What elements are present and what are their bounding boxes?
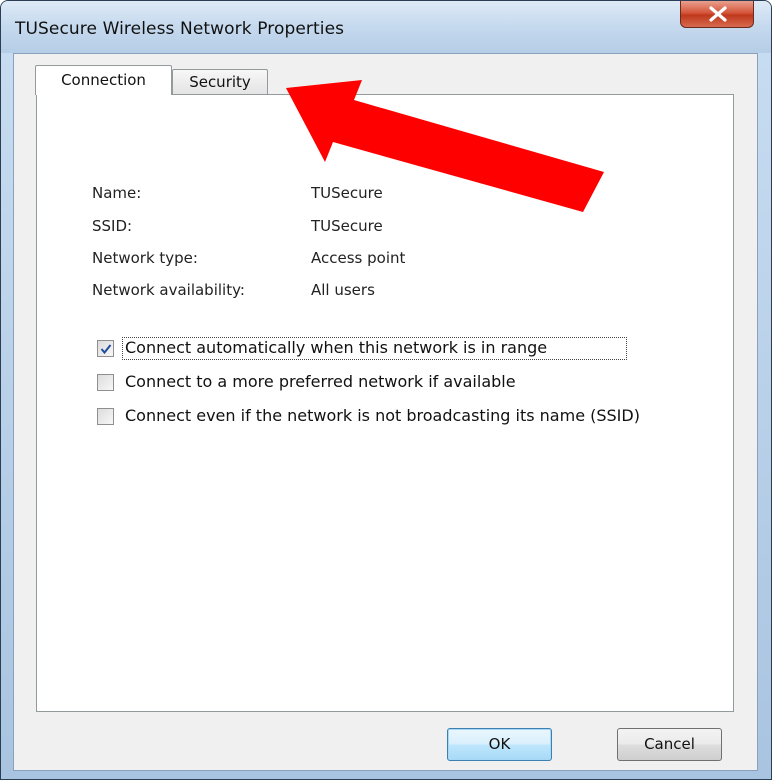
tab-security[interactable]: Security <box>172 69 268 95</box>
checkmark-icon <box>100 344 112 355</box>
tab-connection[interactable]: Connection <box>35 65 172 95</box>
network-type-value: Access point <box>311 249 406 267</box>
ssid-value: TUSecure <box>311 217 383 235</box>
cancel-button[interactable]: Cancel <box>617 728 722 761</box>
dialog-client-area: Connection Security Name: TUSecure SSID:… <box>13 53 758 771</box>
ok-button[interactable]: OK <box>447 728 552 761</box>
connect-hidden-label: Connect even if the network is not broad… <box>125 406 640 425</box>
close-icon <box>709 6 727 22</box>
title-bar[interactable]: TUSecure Wireless Network Properties <box>1 1 771 53</box>
window-title: TUSecure Wireless Network Properties <box>15 19 345 39</box>
connect-automatically-label: Connect automatically when this network … <box>125 338 548 357</box>
network-type-label: Network type: <box>92 249 198 267</box>
connect-preferred-checkbox[interactable] <box>97 374 114 391</box>
name-value: TUSecure <box>311 184 383 202</box>
connect-preferred-label: Connect to a more preferred network if a… <box>125 372 516 391</box>
network-availability-value: All users <box>311 281 375 299</box>
connect-hidden-checkbox[interactable] <box>97 408 114 425</box>
ssid-label: SSID: <box>92 217 133 235</box>
tab-connection-label: Connection <box>61 71 146 89</box>
connect-automatically-checkbox[interactable] <box>97 340 114 357</box>
name-label: Name: <box>92 184 142 202</box>
close-button[interactable] <box>680 1 754 28</box>
network-availability-label: Network availability: <box>92 281 245 299</box>
tab-security-label: Security <box>189 73 251 91</box>
dialog-window: TUSecure Wireless Network Properties Con… <box>0 0 772 780</box>
connection-tab-panel: Name: TUSecure SSID: TUSecure Network ty… <box>36 94 734 712</box>
